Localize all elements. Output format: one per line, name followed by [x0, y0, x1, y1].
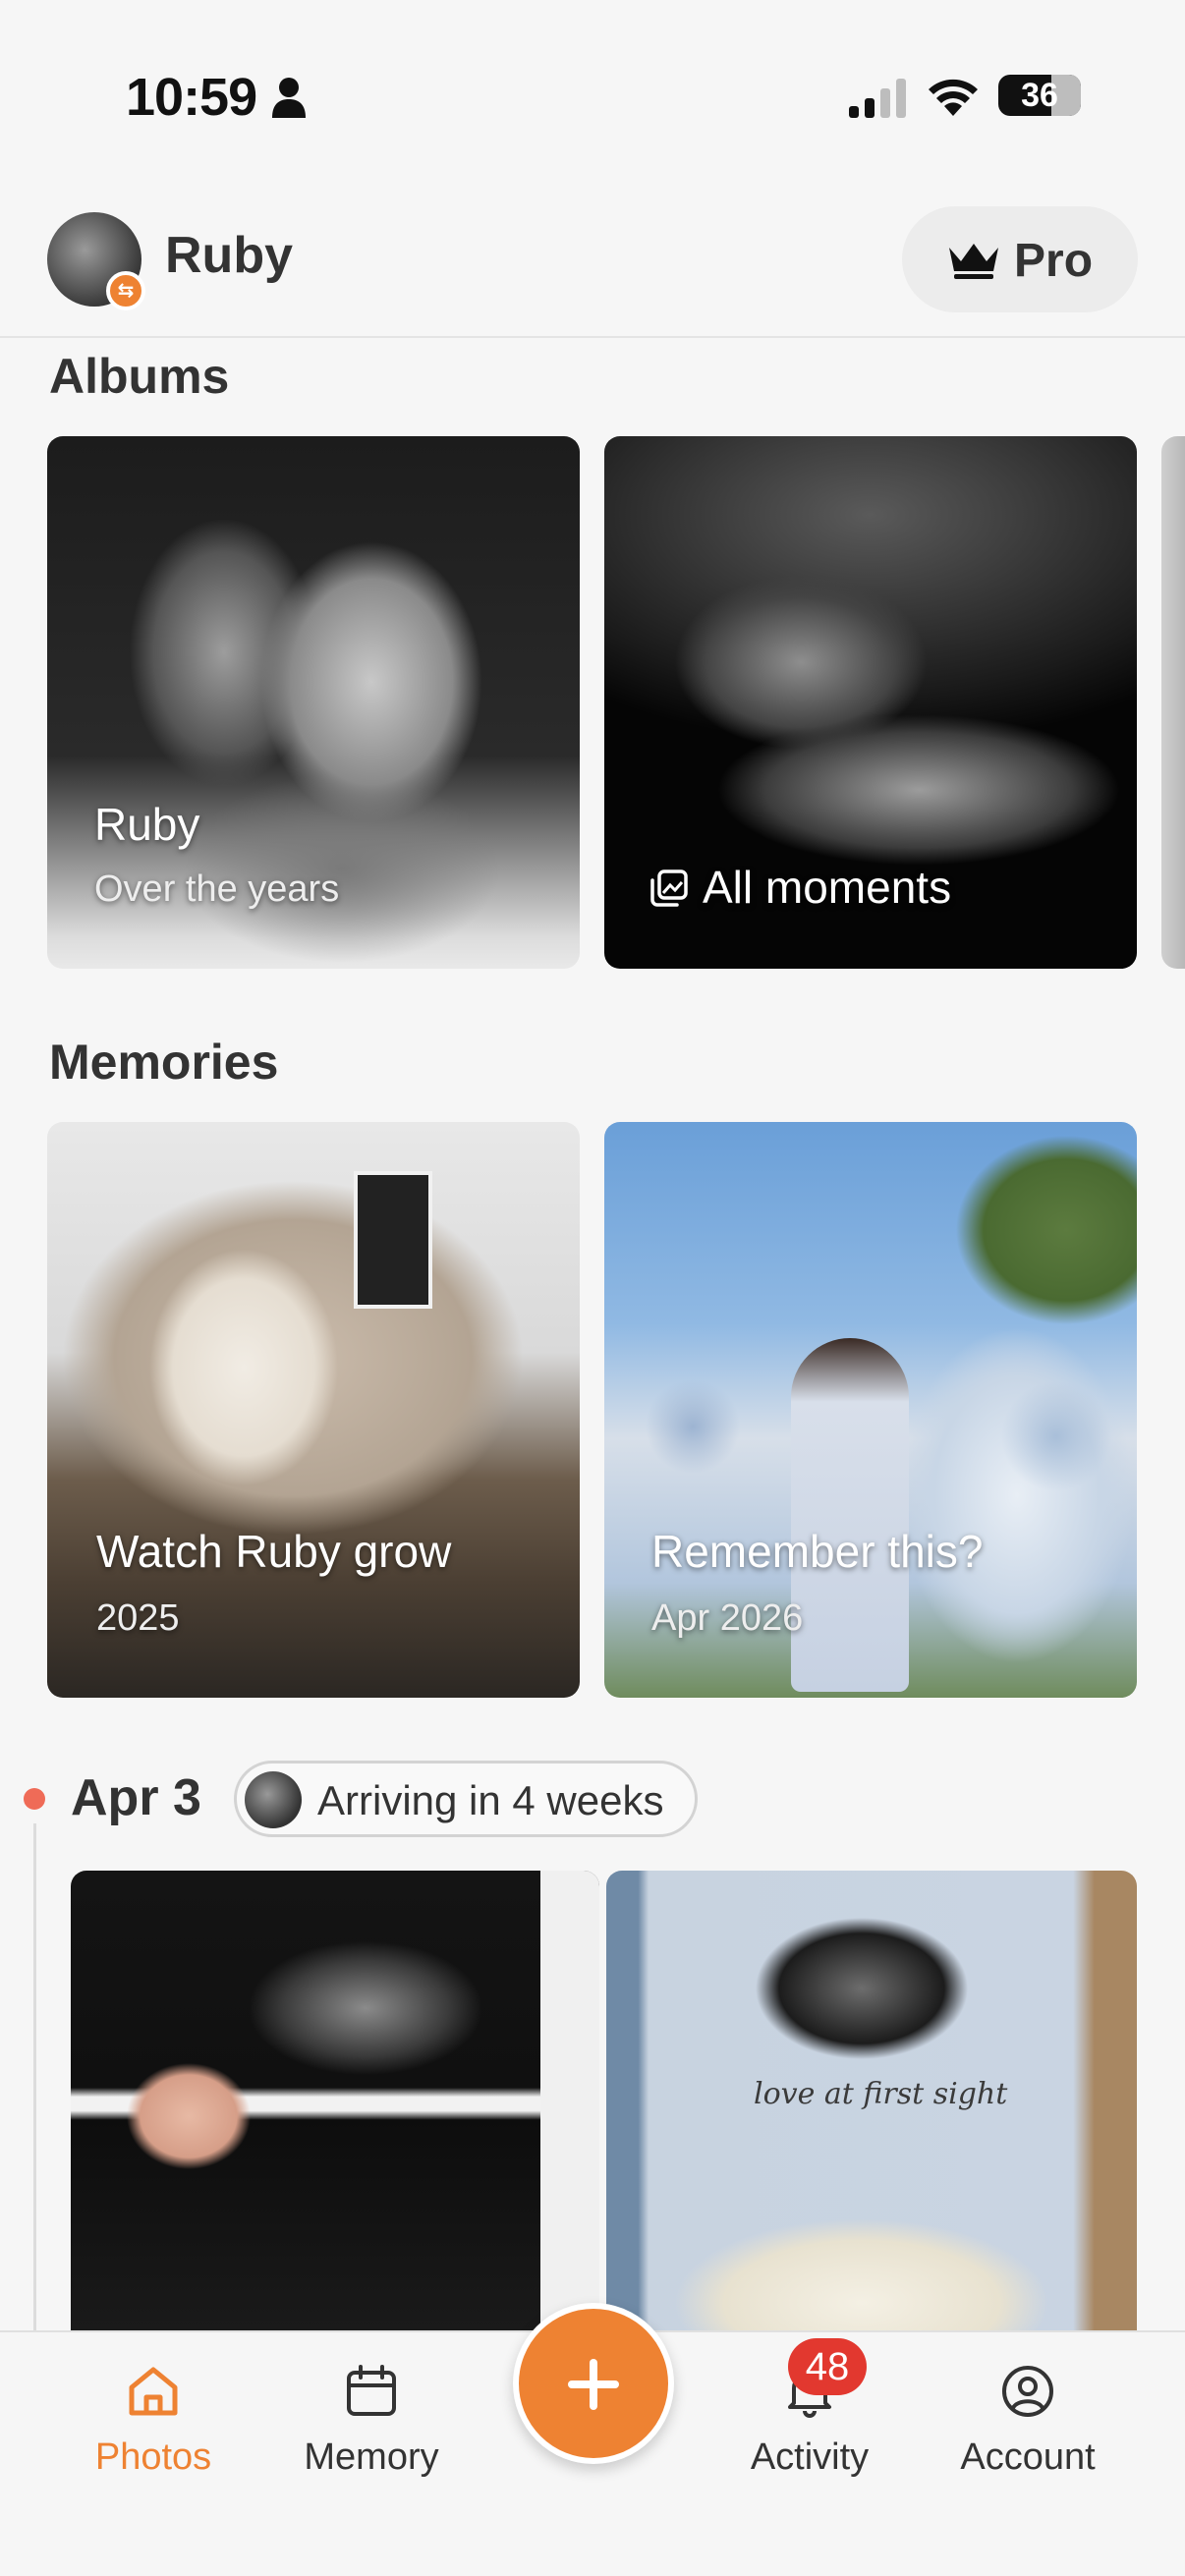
status-bar: 10:59 36	[0, 0, 1185, 187]
profile-name[interactable]: Ruby	[165, 226, 293, 285]
crown-icon	[949, 244, 998, 279]
status-time: 10:59	[126, 68, 257, 127]
tab-photos[interactable]: Photos	[65, 2362, 242, 2490]
tab-memory[interactable]: Memory	[283, 2362, 460, 2490]
memory-card-remember-this[interactable]: Remember this? Apr 2026	[604, 1122, 1137, 1698]
tab-label: Photos	[94, 2436, 212, 2478]
album-title: Ruby	[94, 799, 200, 850]
battery-icon: 36	[998, 75, 1081, 116]
calendar-icon	[347, 2365, 396, 2416]
timeline-date: Apr 3	[71, 1769, 201, 1826]
activity-badge: 48	[788, 2338, 867, 2395]
profile-header: ⇆ Ruby Pro	[0, 196, 1185, 338]
album-title: All moments	[703, 862, 952, 913]
timeline-line	[33, 1823, 36, 2334]
couple-figure	[791, 1338, 909, 1692]
album-card-next[interactable]	[1161, 436, 1185, 969]
home-icon	[129, 2367, 178, 2416]
pro-button[interactable]: Pro	[902, 206, 1138, 312]
memory-title: Watch Ruby grow	[96, 1526, 452, 1577]
album-card-all-moments[interactable]: All moments	[604, 436, 1137, 969]
person-icon	[272, 78, 306, 118]
memory-card-watch-grow[interactable]: Watch Ruby grow 2025	[47, 1122, 580, 1698]
albums-title: Albums	[49, 349, 230, 404]
swap-icon[interactable]: ⇆	[106, 271, 145, 310]
memory-title: Remember this?	[651, 1526, 984, 1577]
tab-label: Activity	[750, 2436, 870, 2478]
tab-account[interactable]: Account	[939, 2362, 1116, 2490]
battery-level: 36	[1021, 77, 1058, 114]
ultrasound-prints	[354, 1171, 432, 1309]
chip-avatar	[245, 1771, 302, 1828]
gallery-icon	[650, 869, 688, 907]
tab-label: Account	[960, 2436, 1096, 2478]
pro-label: Pro	[1014, 235, 1094, 287]
timeline-photo[interactable]: love at first sight	[606, 1871, 1137, 2332]
memory-subtitle: 2025	[96, 1597, 180, 1639]
user-circle-icon	[1002, 2366, 1053, 2417]
timeline-photo[interactable]	[71, 1871, 599, 2332]
memories-title: Memories	[49, 1035, 279, 1090]
album-card-ruby[interactable]: Ruby Over the years	[47, 436, 580, 969]
tab-label: Memory	[304, 2436, 439, 2478]
frame-caption: love at first sight	[754, 2077, 1008, 2111]
wifi-icon	[929, 79, 978, 116]
memory-subtitle: Apr 2026	[651, 1597, 804, 1639]
tab-bar: Photos Memory Activity Account	[0, 2303, 1185, 2576]
arrival-chip[interactable]: Arriving in 4 weeks	[234, 1761, 698, 1837]
album-subtitle: Over the years	[94, 868, 340, 910]
arrival-text: Arriving in 4 weeks	[317, 1777, 664, 1823]
add-button[interactable]	[513, 2303, 674, 2464]
timeline-dot	[24, 1788, 45, 1810]
signal-icon	[849, 79, 906, 118]
